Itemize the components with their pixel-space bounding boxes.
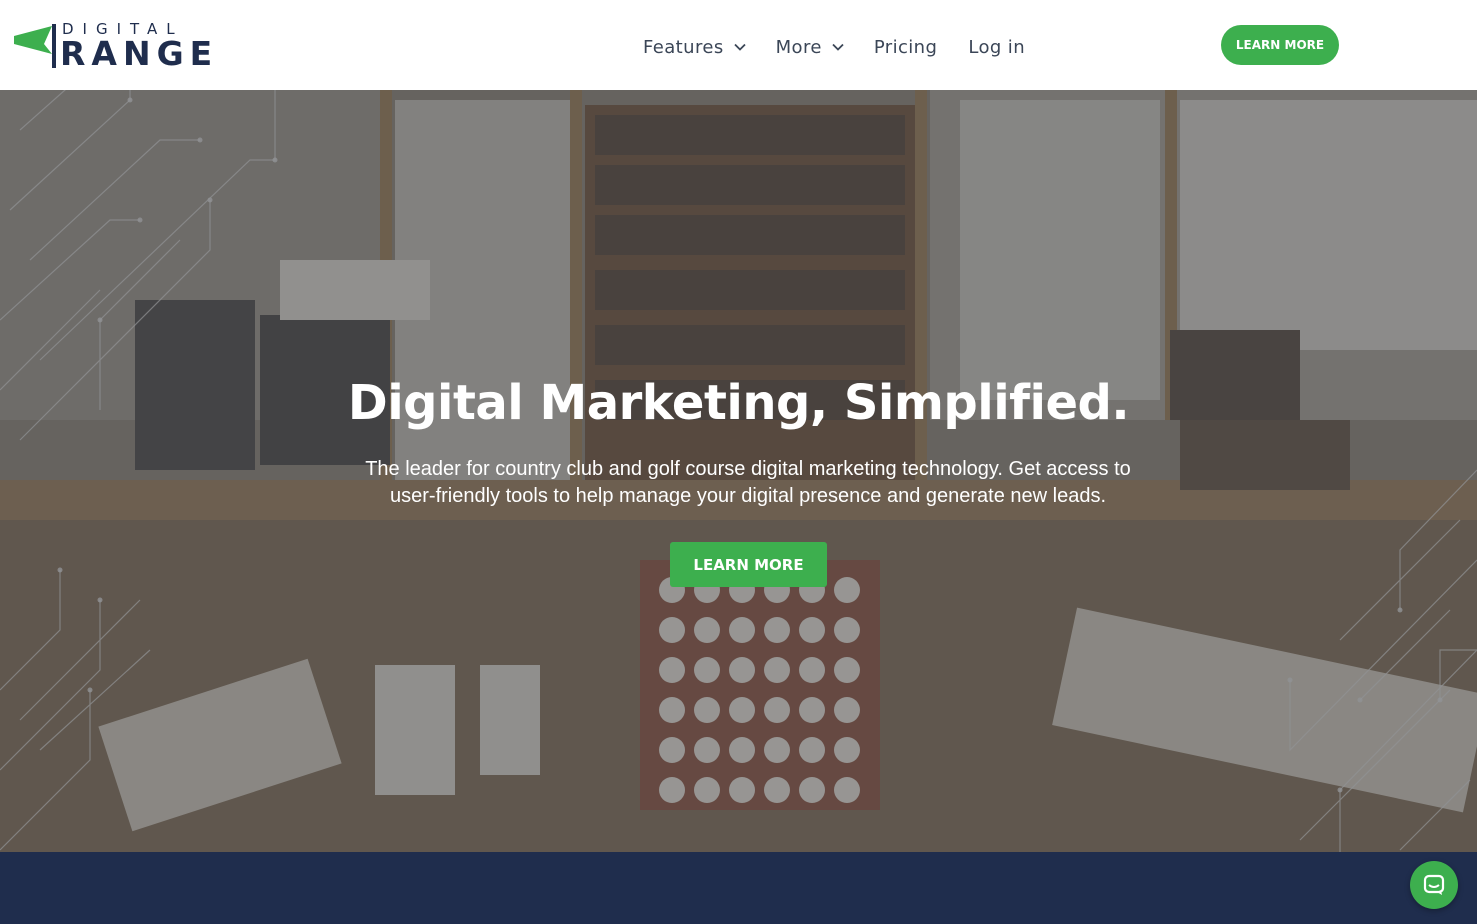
hero-title: Digital Marketing, Simplified.	[347, 375, 1130, 431]
nav-login-label: Log in	[968, 36, 1026, 58]
chat-icon	[1423, 874, 1445, 895]
hero-section: Digital Marketing, Simplified. The leade…	[0, 90, 1477, 852]
navy-band	[0, 852, 1477, 924]
nav-features-label: Features	[643, 36, 724, 58]
hero-learn-more-button[interactable]: LEARN MORE	[670, 542, 827, 587]
hero-subtitle: The leader for country club and golf cou…	[338, 456, 1158, 510]
logo[interactable]: DIGITAL RANGE	[14, 20, 214, 73]
chevron-down-icon	[733, 43, 746, 51]
chevron-down-icon	[832, 43, 844, 51]
flag-icon	[14, 24, 56, 68]
nav-more[interactable]: More	[776, 37, 844, 58]
chat-button[interactable]	[1410, 861, 1458, 909]
nav-features[interactable]: Features	[643, 37, 746, 58]
main-nav: Features More Pricing Log in	[643, 34, 1025, 60]
header-learn-more-button[interactable]: LEARN MORE	[1221, 25, 1339, 65]
nav-pricing[interactable]: Pricing	[874, 37, 937, 58]
nav-more-label: More	[775, 36, 822, 58]
logo-main-text: RANGE	[60, 34, 219, 73]
site-header: DIGITAL RANGE Features More Pricing Log …	[0, 0, 1477, 90]
nav-login[interactable]: Log in	[968, 37, 1025, 58]
nav-pricing-label: Pricing	[873, 36, 938, 58]
hero-subtitle-line1: The leader for country club and golf cou…	[365, 458, 1131, 480]
hero-subtitle-line2: user-friendly tools to help manage your …	[390, 485, 1106, 507]
